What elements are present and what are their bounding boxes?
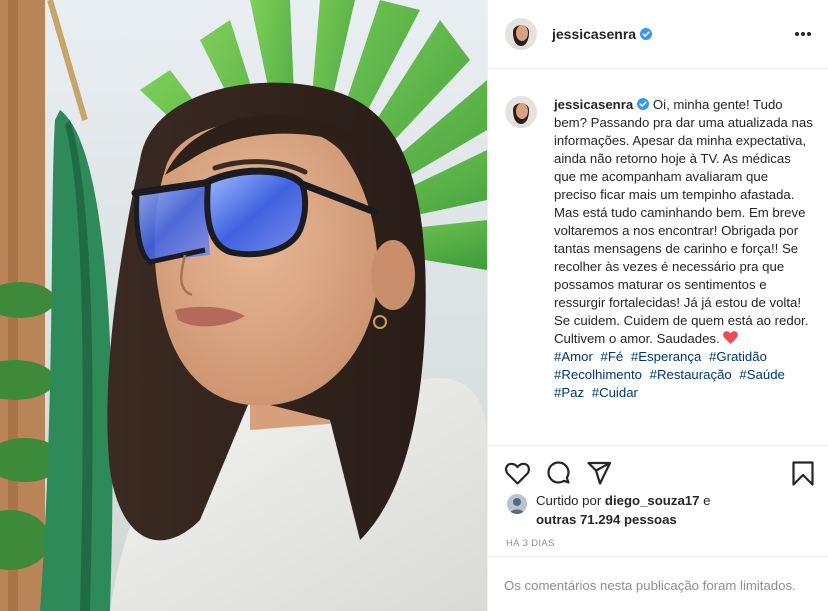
hashtag-link[interactable]: #Esperança: [631, 349, 701, 364]
hashtag-link[interactable]: #Paz: [554, 385, 584, 400]
likes-summary: Curtido por diego_souza17 e outras 71.29…: [507, 492, 710, 529]
caption-author-avatar[interactable]: [505, 96, 537, 128]
caption-username[interactable]: jessicasenra: [554, 97, 633, 112]
author-username[interactable]: jessicasenra: [552, 26, 636, 42]
liker-username[interactable]: diego_souza17: [605, 493, 700, 508]
more-dot: [795, 32, 799, 36]
hashtag-link[interactable]: #Cuidar: [592, 385, 638, 400]
action-bar: [488, 456, 828, 490]
caption-text: Oi, minha gente! Tudo bem? Passando pra …: [554, 97, 813, 346]
likes-others-count[interactable]: outras 71.294 pessoas: [536, 512, 677, 527]
post-side-panel: jessicasenra jessicasenra Oi, minha gent…: [487, 0, 828, 611]
post-header: jessicasenra: [488, 0, 828, 69]
author-avatar[interactable]: [505, 18, 537, 50]
comments-footer: Os comentários nesta publicação foram li…: [488, 556, 828, 611]
heart-outline-icon[interactable]: [503, 459, 531, 487]
hashtag-link[interactable]: #Fé: [601, 349, 624, 364]
hashtag-link[interactable]: #Saúde: [739, 367, 784, 382]
verified-badge-icon: [637, 98, 650, 110]
liker-avatar[interactable]: [507, 494, 527, 514]
post-image: [0, 0, 487, 611]
comments-section: jessicasenra Oi, minha gente! Tudo bem? …: [488, 70, 828, 446]
likes-conjunction: e: [703, 493, 711, 508]
avatar-image: [505, 18, 537, 50]
hashtag-list: #Amor #Fé #Esperança #Gratidão #Recolhim…: [554, 348, 814, 402]
caption-body: jessicasenra Oi, minha gente! Tudo bem? …: [554, 96, 814, 402]
hashtag-link[interactable]: #Amor: [554, 349, 593, 364]
hashtag-link[interactable]: #Restauração: [650, 367, 732, 382]
more-options-icon[interactable]: [793, 24, 813, 44]
instagram-post: jessicasenra jessicasenra Oi, minha gent…: [0, 0, 828, 611]
more-dot: [801, 32, 805, 36]
red-heart-emoji-icon: [722, 331, 738, 344]
hashtag-link[interactable]: #Recolhimento: [554, 367, 642, 382]
post-caption: jessicasenra Oi, minha gente! Tudo bem? …: [505, 96, 825, 402]
verified-badge-icon: [640, 28, 653, 40]
comment-icon[interactable]: [544, 459, 572, 487]
paper-plane-icon[interactable]: [585, 459, 613, 487]
likes-text: Curtido por diego_souza17 e outras 71.29…: [536, 492, 710, 529]
bookmark-icon[interactable]: [789, 459, 817, 487]
more-dot: [807, 32, 811, 36]
avatar-image: [505, 96, 537, 128]
hashtag-link[interactable]: #Gratidão: [709, 349, 767, 364]
post-photo[interactable]: [0, 0, 487, 611]
post-timestamp[interactable]: HÁ 3 DIAS: [506, 538, 555, 549]
comments-limited-notice: Os comentários nesta publicação foram li…: [504, 578, 796, 593]
likes-prefix: Curtido por: [536, 493, 602, 508]
